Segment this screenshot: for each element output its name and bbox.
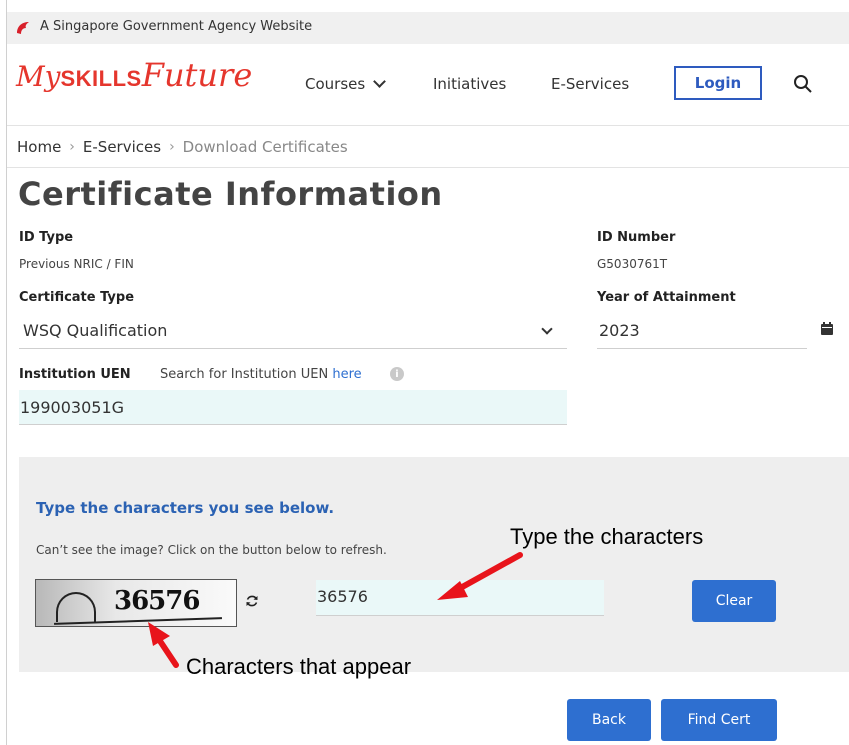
annotation-arrows (148, 552, 523, 668)
arrow-to-captcha-image-icon (148, 622, 179, 668)
find-cert-button[interactable]: Find Cert (661, 699, 777, 741)
arrow-to-captcha-input-icon (437, 552, 523, 600)
back-button[interactable]: Back (567, 699, 651, 741)
